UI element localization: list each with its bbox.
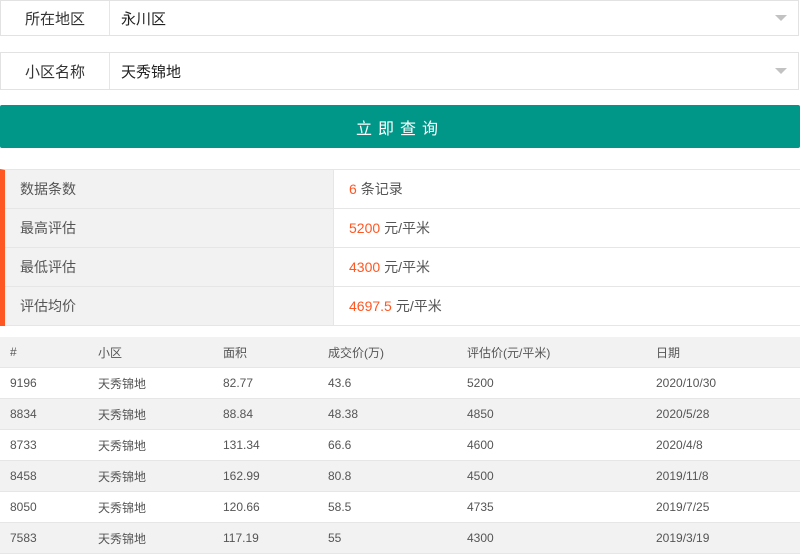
table-cell: 2020/5/28	[646, 398, 800, 430]
column-header: 日期	[646, 337, 800, 368]
table-cell: 8733	[0, 429, 88, 461]
table-cell: 4600	[457, 429, 646, 461]
summary-panel: 数据条数 6 条记录 最高评估 5200 元/平米 最低评估 4300 元/平米…	[0, 169, 800, 326]
table-row: 9196 天秀锦地 82.77 43.6 5200 2020/10/30	[0, 367, 800, 399]
table-cell: 4735	[457, 491, 646, 523]
table-cell: 55	[318, 522, 457, 554]
summary-unit: 元/平米	[395, 298, 442, 314]
summary-row-max: 最高评估 5200 元/平米	[5, 209, 800, 248]
summary-value: 5200 元/平米	[334, 209, 800, 247]
table-cell: 2019/7/25	[646, 491, 800, 523]
table-cell: 天秀锦地	[88, 491, 213, 523]
table-cell: 131.34	[213, 429, 318, 461]
table-cell: 58.5	[318, 491, 457, 523]
table-cell: 120.66	[213, 491, 318, 523]
table-cell: 80.8	[318, 460, 457, 492]
table-cell: 162.99	[213, 460, 318, 492]
table-row: 8050 天秀锦地 120.66 58.5 4735 2019/7/25	[0, 491, 800, 523]
area-label: 所在地区	[1, 1, 110, 35]
summary-number: 6	[349, 181, 357, 197]
summary-key: 最低评估	[5, 248, 334, 286]
summary-key: 评估均价	[5, 287, 334, 325]
summary-unit: 元/平米	[384, 220, 431, 236]
column-header: 小区	[88, 337, 213, 368]
summary-row-avg: 评估均价 4697.5 元/平米	[5, 287, 800, 326]
table-cell: 天秀锦地	[88, 398, 213, 430]
table-cell: 117.19	[213, 522, 318, 554]
table-cell: 4500	[457, 460, 646, 492]
table-row: 8834 天秀锦地 88.84 48.38 4850 2020/5/28	[0, 398, 800, 430]
table-cell: 66.6	[318, 429, 457, 461]
summary-number: 5200	[349, 220, 381, 236]
chevron-down-icon[interactable]	[775, 15, 787, 21]
summary-unit: 元/平米	[384, 259, 431, 275]
summary-value: 4300 元/平米	[334, 248, 800, 286]
table-cell: 9196	[0, 367, 88, 399]
column-header: 评估价(元/平米)	[457, 337, 646, 368]
table-row: 8733 天秀锦地 131.34 66.6 4600 2020/4/8	[0, 429, 800, 461]
table-cell: 82.77	[213, 367, 318, 399]
table-cell: 48.38	[318, 398, 457, 430]
table-header-row: # 小区 面积 成交价(万) 评估价(元/平米) 日期	[0, 337, 800, 368]
community-label: 小区名称	[1, 53, 110, 89]
summary-row-min: 最低评估 4300 元/平米	[5, 248, 800, 287]
table-cell: 7583	[0, 522, 88, 554]
table-cell: 天秀锦地	[88, 460, 213, 492]
summary-value: 6 条记录	[334, 170, 800, 208]
area-value[interactable]: 永川区	[110, 8, 775, 29]
summary-key: 最高评估	[5, 209, 334, 247]
column-header: 成交价(万)	[318, 337, 457, 368]
table-row: 7583 天秀锦地 117.19 55 4300 2019/3/19	[0, 522, 800, 554]
table-cell: 88.84	[213, 398, 318, 430]
table-cell: 天秀锦地	[88, 429, 213, 461]
community-select[interactable]: 小区名称 天秀锦地	[0, 52, 799, 90]
summary-unit: 条记录	[360, 181, 403, 197]
table-cell: 2020/4/8	[646, 429, 800, 461]
records-table: # 小区 面积 成交价(万) 评估价(元/平米) 日期 9196 天秀锦地 82…	[0, 337, 800, 554]
table-row: 8458 天秀锦地 162.99 80.8 4500 2019/11/8	[0, 460, 800, 492]
community-value[interactable]: 天秀锦地	[110, 61, 775, 82]
query-button[interactable]: 立即查询	[0, 105, 800, 148]
column-header: 面积	[213, 337, 318, 368]
table-cell: 2020/10/30	[646, 367, 800, 399]
table-cell: 4850	[457, 398, 646, 430]
chevron-down-icon[interactable]	[775, 68, 787, 74]
summary-number: 4300	[349, 259, 381, 275]
table-cell: 4300	[457, 522, 646, 554]
summary-row-count: 数据条数 6 条记录	[5, 170, 800, 209]
summary-key: 数据条数	[5, 170, 334, 208]
table-cell: 8834	[0, 398, 88, 430]
table-cell: 43.6	[318, 367, 457, 399]
column-header: #	[0, 337, 88, 368]
summary-value: 4697.5 元/平米	[334, 287, 800, 325]
table-cell: 8050	[0, 491, 88, 523]
table-cell: 天秀锦地	[88, 522, 213, 554]
table-cell: 天秀锦地	[88, 367, 213, 399]
area-select[interactable]: 所在地区 永川区	[0, 0, 799, 36]
table-cell: 8458	[0, 460, 88, 492]
table-cell: 2019/3/19	[646, 522, 800, 554]
table-cell: 5200	[457, 367, 646, 399]
summary-number: 4697.5	[349, 298, 392, 314]
table-cell: 2019/11/8	[646, 460, 800, 492]
